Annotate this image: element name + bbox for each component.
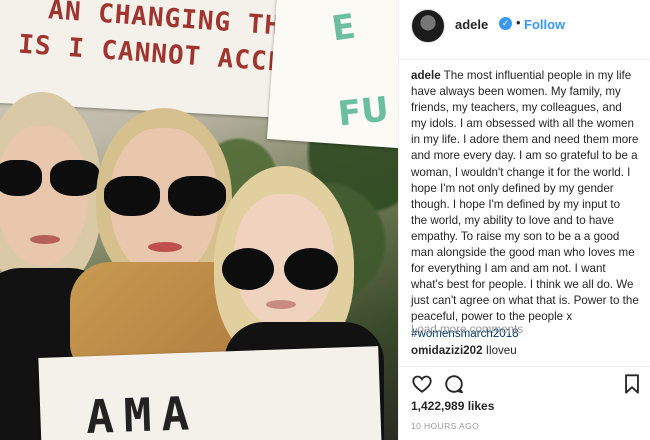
avatar[interactable] [411,9,445,43]
post-sidebar: adele ✓ • Follow adele The most influent… [398,0,650,440]
caption-text: The most influential people in my life h… [411,69,639,324]
post-actions-bar [399,366,650,397]
likes-count[interactable]: 1,422,989 likes [411,399,494,413]
sign-bottom-text: AMA [85,386,201,440]
comment-icon[interactable] [443,373,465,395]
sign-right-line-2: FU [336,89,391,135]
caption-author[interactable]: adele [411,69,441,82]
sunglasses-left [0,160,104,196]
comment-username[interactable]: omidazizi202 [411,344,483,357]
post-timestamp[interactable]: 10 HOURS AGO [411,421,479,431]
heart-icon[interactable] [411,373,433,395]
instagram-post: AN CHANGING THE IS I CANNOT ACCEPT E FU [0,0,650,440]
header-username[interactable]: adele [455,17,488,32]
sunglasses-right [222,248,342,290]
post-header: adele ✓ • Follow [399,0,650,60]
sunglasses-center [104,176,228,216]
post-photo[interactable]: AN CHANGING THE IS I CANNOT ACCEPT E FU [0,0,398,440]
verified-badge-icon: ✓ [499,17,512,30]
comment-row: omidazizi202 Iloveu [411,344,517,357]
comment-text: Iloveu [485,344,517,357]
post-caption: adele The most influential people in my … [411,68,639,342]
load-more-comments-link[interactable]: Load more comments [411,323,523,336]
bookmark-icon[interactable] [621,373,643,395]
header-separator: • [516,15,521,30]
follow-button[interactable]: Follow [524,17,565,32]
